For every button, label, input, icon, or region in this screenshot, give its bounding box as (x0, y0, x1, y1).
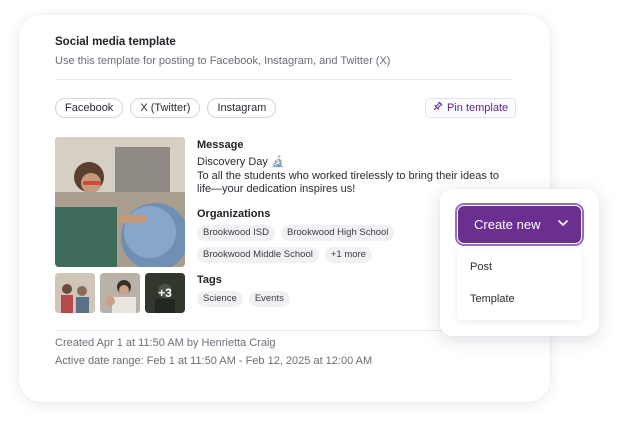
organization-pill: Brookwood Middle School (197, 247, 319, 263)
platform-chip-twitter[interactable]: X (Twitter) (130, 98, 201, 118)
created-info: Created Apr 1 at 11:50 AM by Henrietta C… (55, 337, 276, 349)
thumbnail-photo-more[interactable]: +3 (145, 273, 185, 313)
create-new-button[interactable]: Create new (455, 203, 584, 246)
platform-chip-facebook[interactable]: Facebook (55, 98, 124, 118)
pin-template-label: Pin template (447, 102, 509, 114)
message-line: Discovery Day 🔬 (197, 156, 285, 168)
tag-pill: Events (248, 291, 290, 307)
platform-chip-instagram[interactable]: Instagram (207, 98, 277, 118)
active-date-range: Active date range: Feb 1 at 11:50 AM - F… (55, 355, 373, 367)
tag-pill: Science (197, 291, 243, 307)
pin-icon (433, 99, 443, 117)
menu-item-template[interactable]: Template (470, 293, 515, 305)
create-new-menu: Post Template (457, 249, 582, 320)
menu-item-post[interactable]: Post (470, 261, 492, 273)
main-photo[interactable] (55, 137, 185, 267)
pin-template-button[interactable]: Pin template (425, 98, 517, 118)
organizations-more-pill[interactable]: +1 more (324, 247, 372, 263)
create-new-label: Create new (474, 217, 541, 232)
organizations-label: Organizations (197, 208, 271, 220)
tags-label: Tags (197, 274, 222, 286)
thumbnail-photo[interactable] (100, 273, 140, 313)
organization-pill: Brookwood ISD (197, 225, 276, 241)
organizations-list: Brookwood ISD Brookwood High School Broo… (197, 225, 447, 263)
organization-pill: Brookwood High School (281, 225, 395, 241)
divider (55, 79, 513, 80)
chevron-down-icon (557, 217, 569, 232)
create-new-dropdown: Create new Post Template (440, 189, 599, 336)
stage: Social media template Use this template … (0, 0, 618, 421)
tags-list: Science Events (197, 291, 447, 307)
message-label: Message (197, 139, 244, 151)
message-line: To all the students who worked tirelessl… (197, 169, 500, 182)
more-photos-count: +3 (145, 273, 185, 313)
platform-chips: Facebook X (Twitter) Instagram (55, 98, 277, 118)
thumbnail-photo[interactable] (55, 273, 95, 313)
card-subtitle: Use this template for posting to Faceboo… (55, 55, 391, 67)
card-title: Social media template (55, 36, 176, 48)
